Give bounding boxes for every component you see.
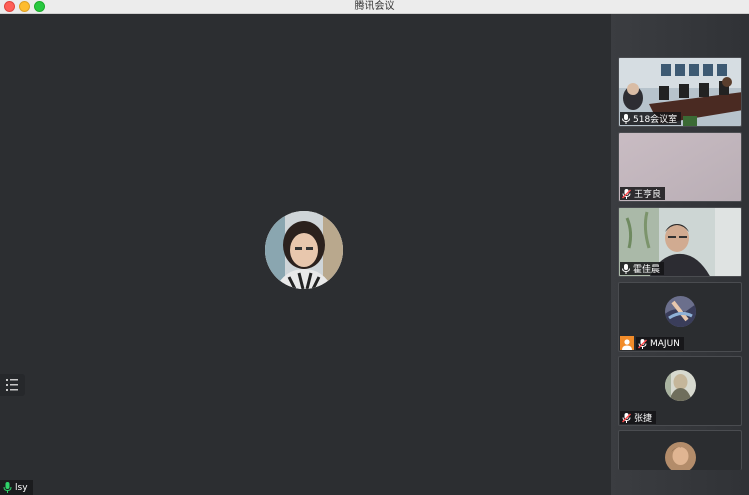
meeting-window: 腾讯会议 lsy 518会议室 王亨良 霍佳晨 MAJUN 张捷 xyxy=(0,0,749,495)
participant-tile[interactable] xyxy=(618,430,742,470)
speaker-name-tag: lsy xyxy=(0,480,33,495)
participant-name: 霍佳晨 xyxy=(633,265,661,275)
participant-label: MAJUN xyxy=(636,337,684,350)
mic-on-icon xyxy=(3,482,12,493)
participant-tile[interactable]: MAJUN xyxy=(618,282,742,352)
mic-muted-icon xyxy=(622,412,631,423)
participant-label: 霍佳晨 xyxy=(620,262,665,275)
host-badge-icon xyxy=(620,336,634,350)
participant-label: 518会议室 xyxy=(620,112,682,125)
participant-tile[interactable]: 王亨良 xyxy=(618,132,742,202)
participant-avatar xyxy=(665,442,696,470)
participant-label: 王亨良 xyxy=(620,187,666,200)
participant-name: 王亨良 xyxy=(634,190,662,200)
participant-tile[interactable]: 518会议室 xyxy=(618,57,742,127)
participant-name: 518会议室 xyxy=(633,115,678,125)
mic-on-icon xyxy=(622,113,630,124)
participant-tile[interactable]: 张捷 xyxy=(618,356,742,426)
participant-name: 张捷 xyxy=(634,414,653,424)
participant-label: 张捷 xyxy=(620,411,657,424)
list-icon xyxy=(6,379,18,391)
title-bar: 腾讯会议 xyxy=(0,0,749,14)
participant-avatar xyxy=(665,370,696,401)
participant-avatar xyxy=(665,296,696,327)
speaker-avatar xyxy=(265,211,343,289)
mic-on-icon xyxy=(622,263,630,274)
main-video-stage[interactable]: lsy xyxy=(0,14,611,495)
participant-sidebar[interactable]: 518会议室 王亨良 霍佳晨 MAJUN 张捷 xyxy=(611,14,749,495)
participant-name: MAJUN xyxy=(650,338,680,349)
mic-muted-icon xyxy=(638,338,647,349)
mic-muted-icon xyxy=(622,188,631,199)
participant-tile[interactable]: 霍佳晨 xyxy=(618,207,742,277)
speaker-name: lsy xyxy=(15,482,28,493)
window-title: 腾讯会议 xyxy=(354,1,395,12)
member-list-toggle[interactable] xyxy=(0,374,25,396)
